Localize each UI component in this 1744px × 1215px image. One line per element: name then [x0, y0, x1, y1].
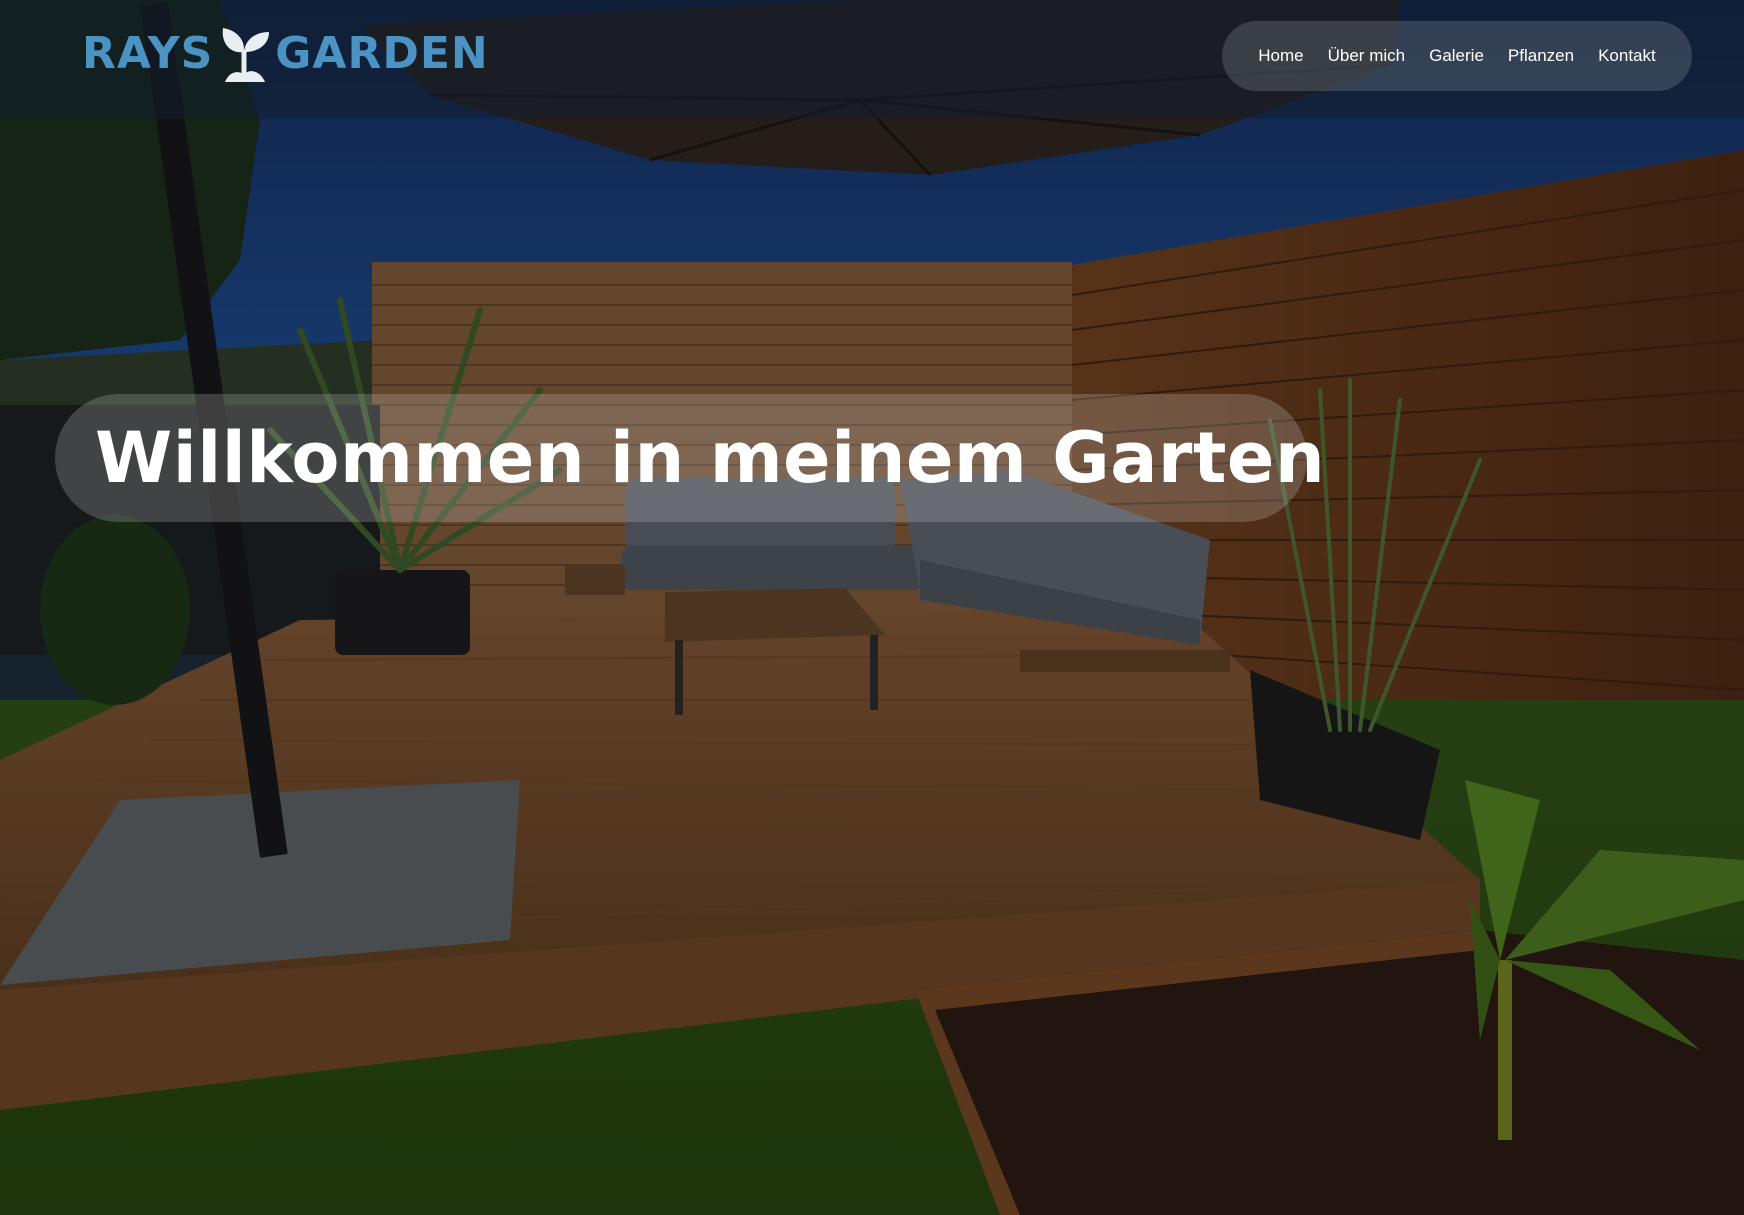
- hero-title: Willkommen in meinem Garten: [95, 417, 1326, 499]
- sprout-icon: [222, 28, 270, 82]
- nav-item-kontakt[interactable]: Kontakt: [1598, 46, 1656, 66]
- nav-item-galerie[interactable]: Galerie: [1429, 46, 1484, 66]
- site-logo[interactable]: RAYS GARDEN: [82, 22, 489, 84]
- hero-background-image: [0, 0, 1744, 1215]
- nav-item-home[interactable]: Home: [1258, 46, 1303, 66]
- nav-item-ueber-mich[interactable]: Über mich: [1328, 46, 1405, 66]
- main-navigation: Home Über mich Galerie Pflanzen Kontakt: [1222, 21, 1692, 91]
- nav-item-pflanzen[interactable]: Pflanzen: [1508, 46, 1574, 66]
- logo-text-garden: GARDEN: [275, 27, 489, 79]
- logo-text-rays: RAYS: [82, 27, 214, 79]
